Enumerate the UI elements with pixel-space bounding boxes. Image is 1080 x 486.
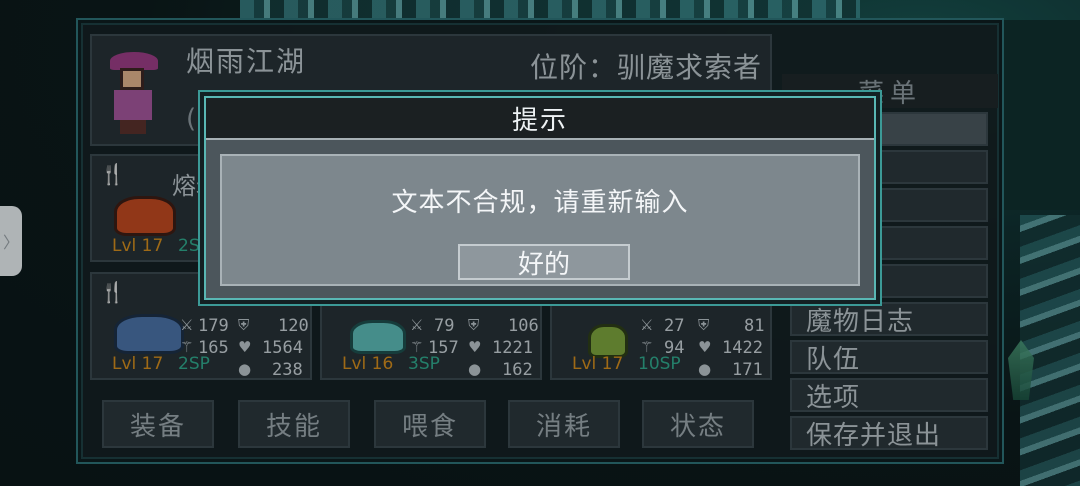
dialog-title-bar: 提示 (206, 98, 874, 140)
ok-button[interactable]: 好的 (458, 244, 630, 280)
dialog-message: 文本不合规，请重新输入 (391, 188, 689, 218)
dialog-body: 文本不合规，请重新输入 好的 (220, 154, 860, 286)
alert-dialog: 提示 文本不合规，请重新输入 好的 (204, 96, 876, 300)
dialog-title: 提示 (511, 105, 568, 136)
